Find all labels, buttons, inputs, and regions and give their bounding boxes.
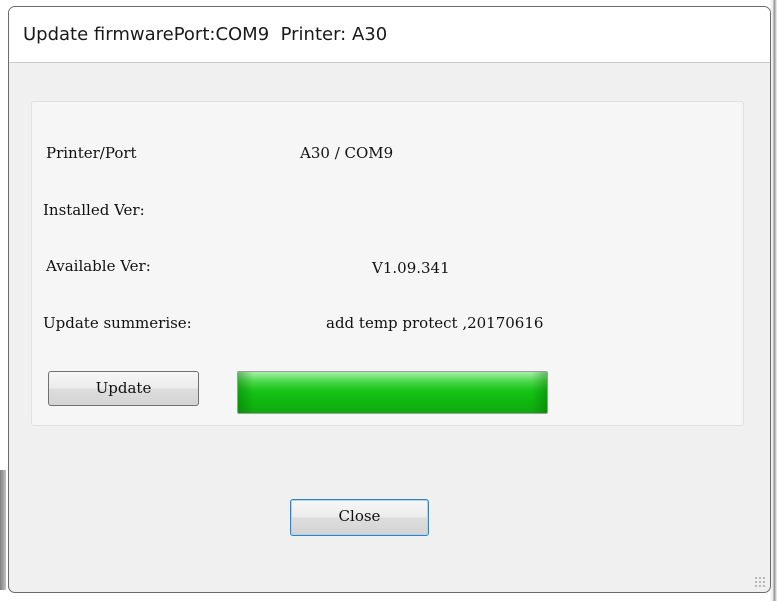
available-ver-value: V1.09.341 <box>372 259 450 277</box>
window-title: Update firmwarePort:COM9 Printer: A30 <box>23 24 388 45</box>
update-firmware-dialog: Update firmwarePort:COM9 Printer: A30 Pr… <box>8 6 771 593</box>
available-ver-label: Available Ver: <box>46 257 151 275</box>
title-bar[interactable]: Update firmwarePort:COM9 Printer: A30 <box>9 7 770 63</box>
printer-port-value: A30 / COM9 <box>300 144 394 162</box>
update-summary-value: add temp protect ,20170616 <box>326 314 544 332</box>
update-progress-bar <box>237 371 548 414</box>
firmware-info-panel: Printer/Port A30 / COM9 Installed Ver: A… <box>31 101 744 426</box>
installed-ver-label: Installed Ver: <box>43 201 145 219</box>
resize-grip-icon[interactable] <box>754 576 766 588</box>
printer-port-label: Printer/Port <box>46 144 137 162</box>
update-button[interactable]: Update <box>48 371 199 406</box>
close-button[interactable]: Close <box>290 499 429 536</box>
update-summary-label: Update summerise: <box>43 314 192 332</box>
progress-fill <box>238 372 547 413</box>
background-window-edge-left <box>0 470 6 590</box>
background-window-edge <box>770 0 777 601</box>
